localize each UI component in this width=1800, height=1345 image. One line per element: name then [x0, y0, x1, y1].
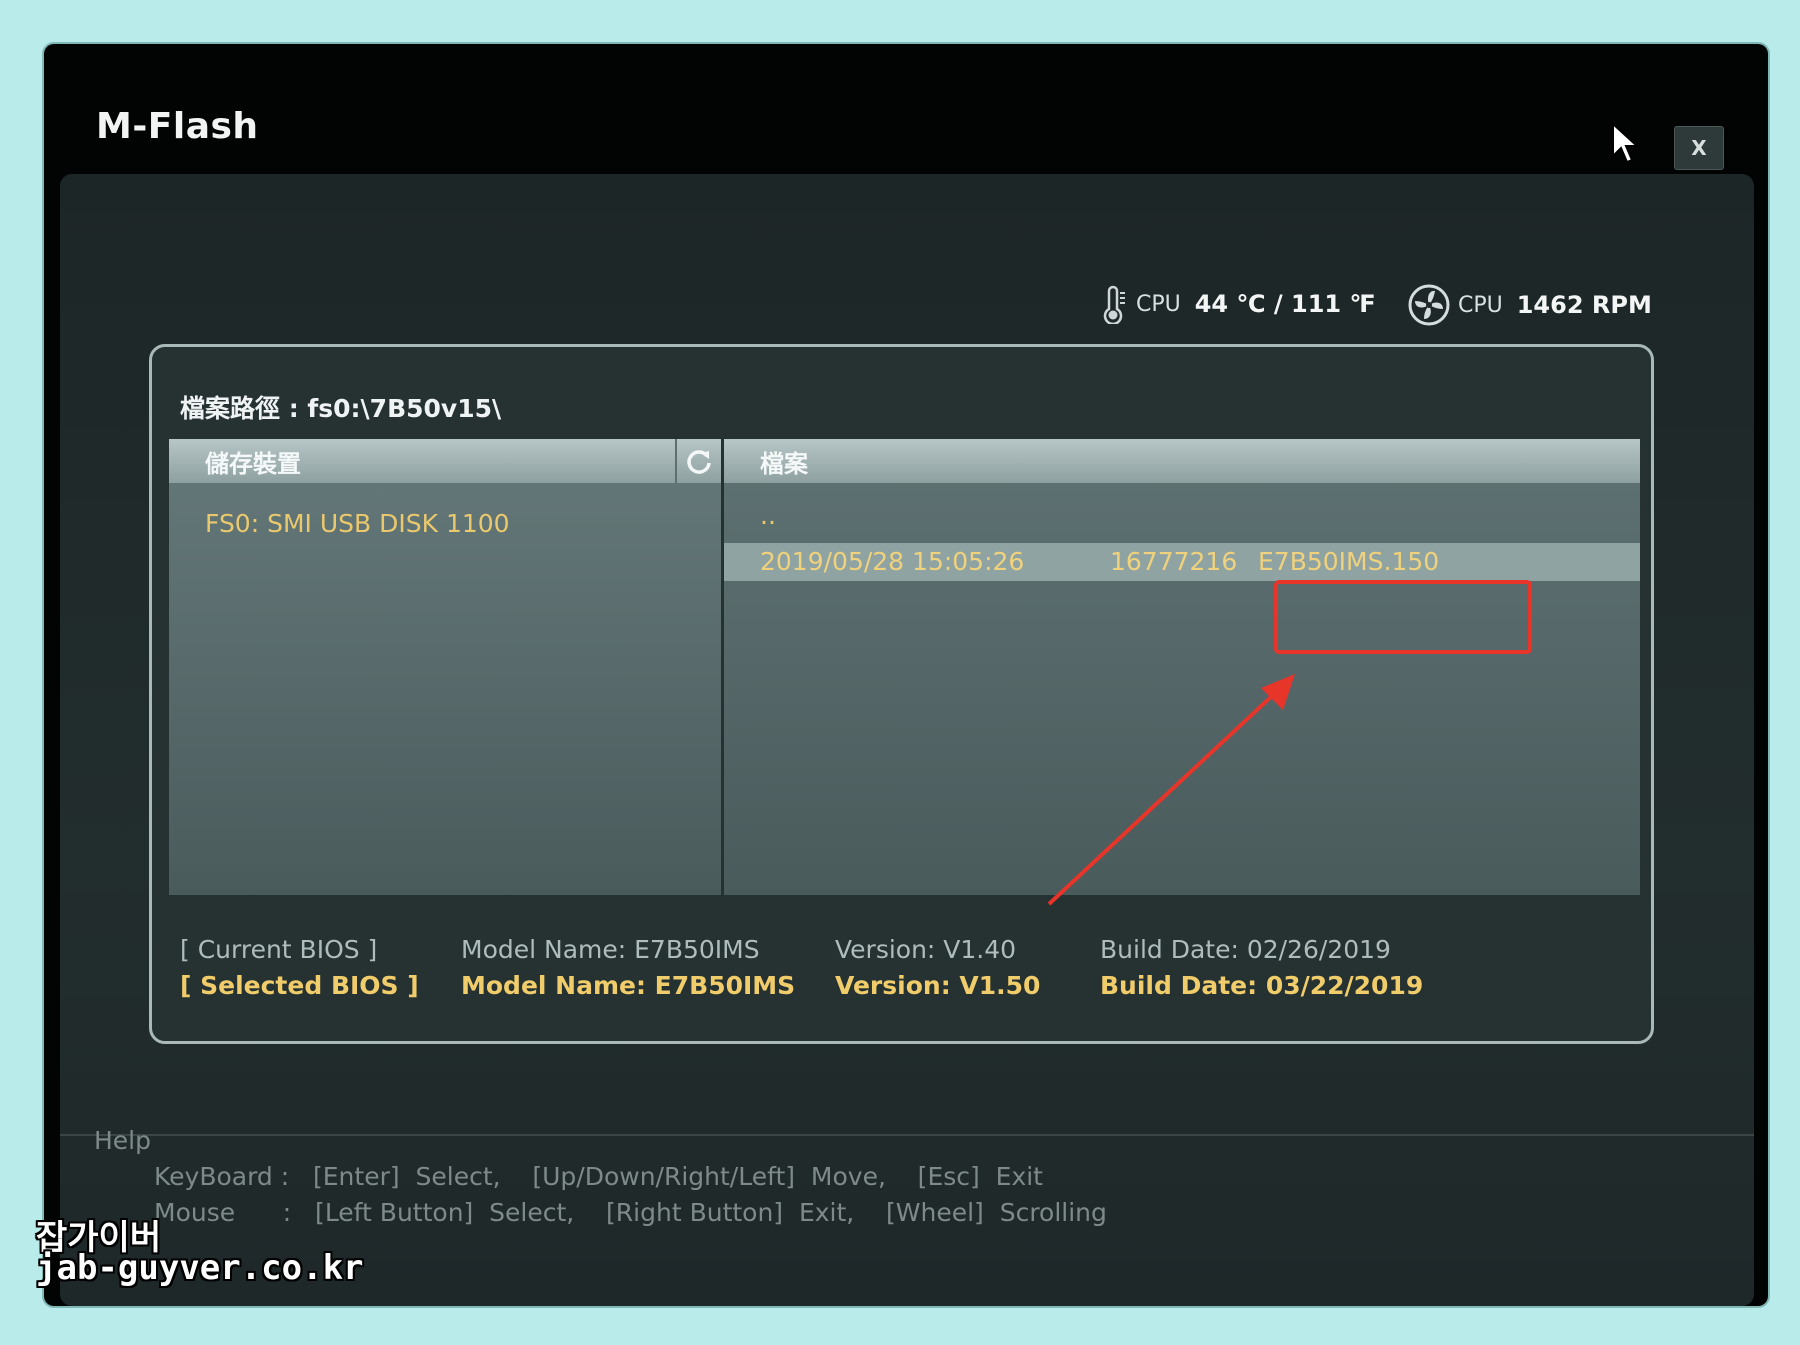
temp-value: 44 ℃ / 111 ℉: [1194, 290, 1376, 318]
bios-screen: M-Flash X CPU 44 ℃ / 111 ℉ CPU 1462 RPM …: [44, 44, 1768, 1306]
app-title: M-Flash: [96, 106, 259, 147]
selected-bios-tag: [ Selected BIOS ]: [180, 971, 419, 1000]
storage-header-label: 儲存裝置: [205, 449, 301, 478]
file-header-label: 檔案: [760, 449, 808, 478]
parent-directory[interactable]: ..: [760, 501, 776, 530]
file-path: 檔案路徑 : fs0:\7B50v15\: [180, 394, 502, 423]
storage-list: 儲存裝置 FS0: SMI USB DISK 1100: [169, 439, 721, 895]
watermark-url: jab-guyver.co.kr: [36, 1248, 364, 1288]
help-title: Help: [94, 1126, 151, 1155]
selected-bios-version: Version: V1.50: [835, 971, 1041, 1000]
fan-value: 1462 RPM: [1516, 291, 1652, 319]
fan-label: CPU: [1458, 292, 1503, 318]
help-divider: [60, 1134, 1754, 1136]
file-size: 16777216: [1110, 547, 1238, 576]
selected-bios-build-date: Build Date: 03/22/2019: [1100, 971, 1424, 1000]
refresh-icon: [687, 450, 711, 474]
thermometer-icon: [1103, 285, 1125, 324]
file-date: 2019/05/28 15:05:26: [760, 547, 1025, 576]
mouse-cursor-icon: [1612, 122, 1640, 164]
selected-bios-model: Model Name: E7B50IMS: [461, 971, 796, 1000]
current-bios-version: Version: V1.40: [835, 935, 1017, 964]
close-button[interactable]: X: [1674, 126, 1724, 170]
help-mouse: Mouse : [Left Button] Select, [Right But…: [154, 1198, 1107, 1227]
current-bios-model: Model Name: E7B50IMS: [461, 935, 760, 964]
annotation-arrow-icon: [1047, 674, 1295, 906]
file-row[interactable]: 2019/05/28 15:05:26 16777216 E7B50IMS.15…: [724, 543, 1640, 581]
file-header: 檔案: [724, 439, 1640, 483]
help-keyboard: KeyBoard : [Enter] Select, [Up/Down/Righ…: [154, 1162, 1043, 1191]
file-name: E7B50IMS.150: [1258, 547, 1440, 576]
refresh-button[interactable]: [675, 439, 721, 483]
storage-header: 儲存裝置: [169, 439, 721, 483]
cpu-fan-status: CPU 1462 RPM: [1408, 284, 1652, 326]
flash-panel: 檔案路徑 : fs0:\7B50v15\ 儲存裝置 FS0: SMI USB D…: [149, 344, 1654, 1044]
current-bios-build-date: Build Date: 02/26/2019: [1100, 935, 1391, 964]
fan-icon: [1408, 284, 1450, 326]
temp-label: CPU: [1136, 291, 1181, 317]
storage-item[interactable]: FS0: SMI USB DISK 1100: [205, 509, 510, 538]
cpu-temp-status: CPU 44 ℃ / 111 ℉: [1098, 284, 1376, 324]
file-highlight-box: [1274, 580, 1532, 654]
current-bios-tag: [ Current BIOS ]: [180, 935, 378, 964]
